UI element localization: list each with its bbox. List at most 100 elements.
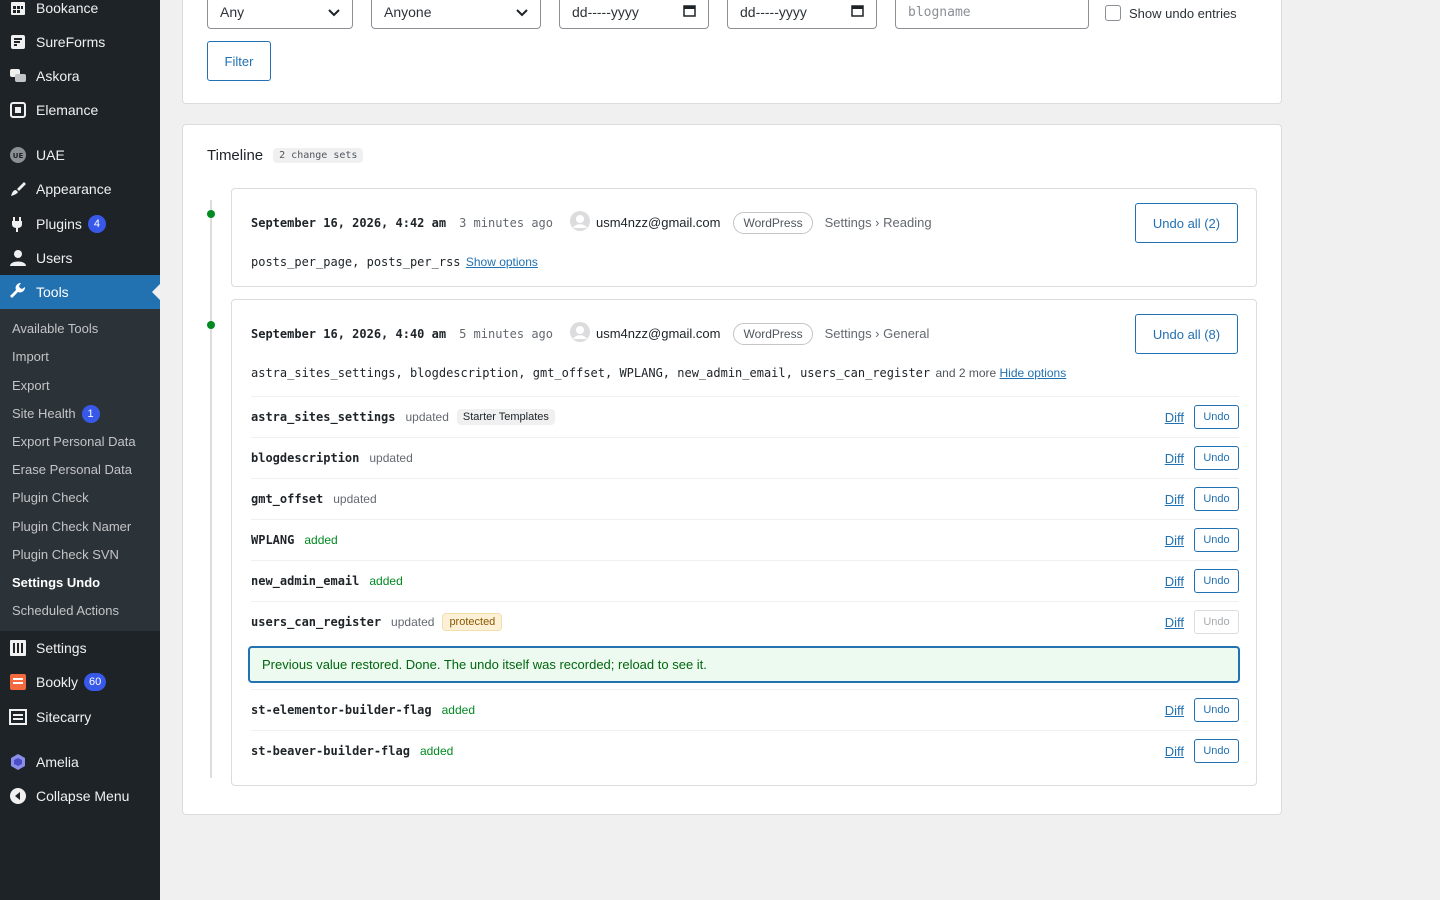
success-notice: Previous value restored. Done. The undo … xyxy=(248,646,1240,683)
option-status: updated xyxy=(405,410,449,424)
collapse-menu-button[interactable]: Collapse Menu xyxy=(0,779,160,813)
site-health-badge: 1 xyxy=(81,405,100,423)
submenu-export[interactable]: Export xyxy=(12,376,50,396)
option-name: gmt_offset xyxy=(251,492,324,506)
calendar-grid-icon xyxy=(8,0,28,18)
option-name: WPLANG xyxy=(251,533,295,547)
diff-link[interactable]: Diff xyxy=(1165,533,1184,548)
submenu-export-personal-data[interactable]: Export Personal Data xyxy=(12,432,136,452)
undo-all-button[interactable]: Undo all (8) xyxy=(1135,314,1238,354)
menu-label: Bookly xyxy=(36,674,79,690)
timeline-dot xyxy=(207,321,215,329)
collapse-arrow-icon xyxy=(8,786,28,806)
sitecarry-icon xyxy=(8,707,28,727)
option-status: updated xyxy=(391,615,435,629)
notice-text: Previous value restored. Done. The undo … xyxy=(262,657,707,672)
menu-item-settings[interactable]: Settings xyxy=(0,631,160,665)
undo-button[interactable]: Undo xyxy=(1194,739,1239,763)
source-select[interactable]: Any xyxy=(207,0,353,29)
option-status: added xyxy=(369,574,403,588)
menu-item-amelia[interactable]: Amelia xyxy=(0,745,160,779)
timeline-line xyxy=(210,200,212,778)
submenu-import[interactable]: Import xyxy=(12,347,49,367)
option-status: added xyxy=(419,744,454,758)
source-select-value: Any xyxy=(220,4,245,20)
submenu-settings-undo[interactable]: Settings Undo xyxy=(12,573,100,593)
user-icon xyxy=(8,248,28,268)
diff-link[interactable]: Diff xyxy=(1165,703,1184,718)
submenu-plugin-check[interactable]: Plugin Check xyxy=(12,488,89,508)
menu-item-plugins[interactable]: Plugins 4 xyxy=(0,207,160,241)
undo-button[interactable]: Undo xyxy=(1194,698,1239,722)
option-name-input[interactable]: blogname xyxy=(895,0,1089,29)
diff-link[interactable]: Diff xyxy=(1165,410,1184,425)
diff-link[interactable]: Diff xyxy=(1165,574,1184,589)
menu-item-tools[interactable]: Tools xyxy=(0,275,160,309)
changeset-date: September 16, 2026, 4:42 am xyxy=(251,215,447,230)
submenu-erase-personal-data[interactable]: Erase Personal Data xyxy=(12,460,132,480)
submenu-available-tools[interactable]: Available Tools xyxy=(12,319,98,339)
changeset-meta: September 16, 2026, 4:40 am 5 minutes ag… xyxy=(251,322,929,345)
user-select[interactable]: Anyone xyxy=(371,0,541,29)
menu-item-appearance[interactable]: Appearance xyxy=(0,172,160,206)
menu-label: Askora xyxy=(36,68,80,84)
menu-label: Bookance xyxy=(36,0,99,16)
changeset-count-badge: 2 change sets xyxy=(273,148,364,163)
option-row: st-beaver-builder-flag added Diff Undo xyxy=(251,730,1239,771)
submenu-plugin-check-svn[interactable]: Plugin Check SVN xyxy=(12,545,119,565)
menu-label: Settings xyxy=(36,640,87,656)
sliders-icon xyxy=(8,638,28,658)
option-status: updated xyxy=(333,492,377,506)
date-to-placeholder: dd-----yyyy xyxy=(740,4,807,20)
submenu-plugin-check-namer[interactable]: Plugin Check Namer xyxy=(12,517,131,537)
menu-item-sureforms[interactable]: SureForms xyxy=(0,25,160,59)
undo-button[interactable]: Undo xyxy=(1194,528,1239,552)
paintbrush-icon xyxy=(8,179,28,199)
undo-button[interactable]: Undo xyxy=(1194,446,1239,470)
undo-button[interactable]: Undo xyxy=(1194,487,1239,511)
options-list: astra_sites_settings, blogdescription, g… xyxy=(251,366,931,380)
menu-item-askora[interactable]: Askora xyxy=(0,59,160,93)
diff-link[interactable]: Diff xyxy=(1165,744,1184,759)
chat-bubbles-icon xyxy=(8,66,28,86)
tools-submenu: Available Tools Import Export Site Healt… xyxy=(0,309,160,631)
date-to-input[interactable]: dd-----yyyy xyxy=(727,0,877,29)
menu-item-elemance[interactable]: Elemance xyxy=(0,93,160,127)
menu-item-uae[interactable]: UE UAE xyxy=(0,138,160,172)
changeset-user: usm4nzz@gmail.com xyxy=(596,215,721,230)
menu-item-users[interactable]: Users xyxy=(0,241,160,275)
calendar-icon[interactable] xyxy=(851,4,864,20)
diff-link[interactable]: Diff xyxy=(1165,492,1184,507)
diff-link[interactable]: Diff xyxy=(1165,451,1184,466)
option-name: blogdescription xyxy=(251,451,360,465)
svg-text:UE: UE xyxy=(13,152,24,160)
bookly-icon xyxy=(8,672,28,692)
changeset-screen: Settings › General xyxy=(824,326,930,341)
timeline-dot xyxy=(207,210,215,218)
calendar-icon[interactable] xyxy=(683,4,696,20)
menu-label: Tools xyxy=(36,284,69,300)
menu-item-sitecarry[interactable]: Sitecarry xyxy=(0,700,160,734)
menu-item-bookance[interactable]: Bookance xyxy=(0,0,160,25)
menu-label: Appearance xyxy=(36,181,112,197)
option-row: st-elementor-builder-flag added Diff Undo xyxy=(251,689,1239,730)
filter-button[interactable]: Filter xyxy=(207,41,271,81)
undo-all-button[interactable]: Undo all (2) xyxy=(1135,203,1238,243)
submenu-site-health[interactable]: Site Health 1 xyxy=(12,404,100,424)
menu-label: Users xyxy=(36,250,73,266)
hide-options-link[interactable]: Hide options xyxy=(1000,366,1067,380)
elemance-icon xyxy=(8,100,28,120)
option-row: blogdescription updated Diff Undo xyxy=(251,437,1239,478)
diff-link[interactable]: Diff xyxy=(1165,615,1184,630)
undo-button[interactable]: Undo xyxy=(1194,569,1239,593)
option-name: st-elementor-builder-flag xyxy=(251,703,432,717)
show-undo-checkbox[interactable] xyxy=(1105,5,1121,21)
date-from-input[interactable]: dd-----yyyy xyxy=(559,0,709,29)
undo-button[interactable]: Undo xyxy=(1194,405,1239,429)
submenu-scheduled-actions[interactable]: Scheduled Actions xyxy=(12,601,119,621)
plugin-tag: Starter Templates xyxy=(456,409,555,425)
plug-icon xyxy=(8,214,28,234)
show-options-link[interactable]: Show options xyxy=(466,255,538,269)
show-undo-toggle[interactable]: Show undo entries xyxy=(1105,5,1237,21)
menu-item-bookly[interactable]: Bookly 60 xyxy=(0,665,160,699)
